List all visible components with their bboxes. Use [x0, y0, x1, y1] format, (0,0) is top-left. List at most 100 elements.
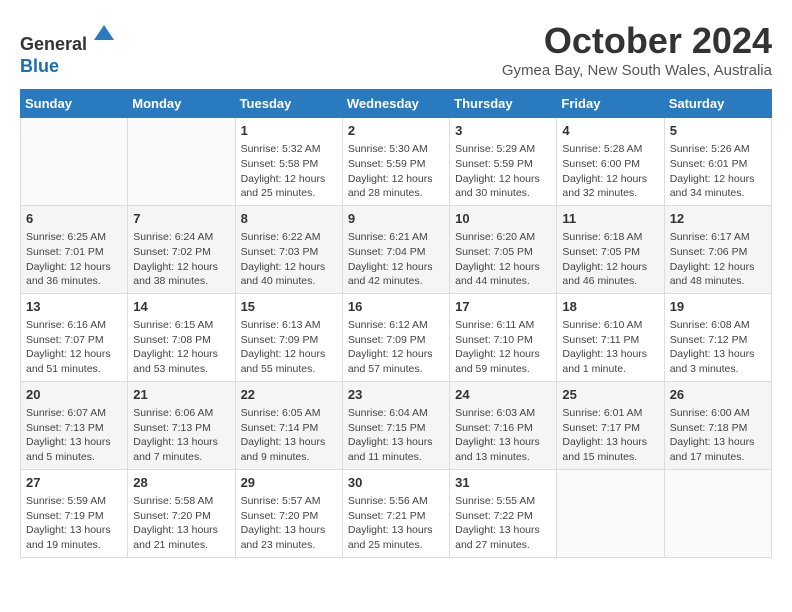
calendar-cell: 25 Sunrise: 6:01 AMSunset: 7:17 PMDayligh…: [557, 381, 664, 469]
cell-content: Sunrise: 6:21 AMSunset: 7:04 PMDaylight:…: [348, 230, 444, 289]
cell-content: Sunrise: 6:15 AMSunset: 7:08 PMDaylight:…: [133, 318, 229, 377]
calendar-cell: 1Sunrise: 5:32 AMSunset: 5:58 PMDaylight…: [235, 118, 342, 206]
day-number: 16: [348, 298, 444, 316]
calendar-cell: 19 Sunrise: 6:08 AMSunset: 7:12 PMDayligh…: [664, 293, 771, 381]
cell-content: Sunrise: 6:04 AMSunset: 7:15 PMDaylight:…: [348, 406, 444, 465]
cell-content: Sunrise: 5:55 AMSunset: 7:22 PMDaylight:…: [455, 494, 551, 553]
cell-content: Sunrise: 5:58 AMSunset: 7:20 PMDaylight:…: [133, 494, 229, 553]
location: Gymea Bay, New South Wales, Australia: [502, 62, 772, 79]
cell-content: Sunrise: 5:57 AMSunset: 7:20 PMDaylight:…: [241, 494, 337, 553]
header-day-sunday: Sunday: [21, 90, 128, 118]
day-number: 12: [670, 210, 766, 228]
calendar-cell: 12 Sunrise: 6:17 AMSunset: 7:06 PMDayligh…: [664, 205, 771, 293]
day-number: 15: [241, 298, 337, 316]
calendar-cell: [557, 469, 664, 557]
cell-content: Sunrise: 6:18 AMSunset: 7:05 PMDaylight:…: [562, 230, 658, 289]
cell-content: Sunrise: 6:13 AMSunset: 7:09 PMDaylight:…: [241, 318, 337, 377]
day-number: 14: [133, 298, 229, 316]
day-number: 30: [348, 474, 444, 492]
cell-content: Sunrise: 6:22 AMSunset: 7:03 PMDaylight:…: [241, 230, 337, 289]
calendar-cell: 22Sunrise: 6:05 AMSunset: 7:14 PMDayligh…: [235, 381, 342, 469]
calendar-cell: 9 Sunrise: 6:21 AMSunset: 7:04 PMDaylight…: [342, 205, 449, 293]
day-number: 21: [133, 386, 229, 404]
cell-content: Sunrise: 5:30 AMSunset: 5:59 PMDaylight:…: [348, 142, 444, 201]
day-number: 9: [348, 210, 444, 228]
calendar-cell: 11 Sunrise: 6:18 AMSunset: 7:05 PMDayligh…: [557, 205, 664, 293]
calendar-cell: 10 Sunrise: 6:20 AMSunset: 7:05 PMDayligh…: [450, 205, 557, 293]
calendar-table: SundayMondayTuesdayWednesdayThursdayFrid…: [20, 89, 772, 558]
day-number: 18: [562, 298, 658, 316]
header-day-saturday: Saturday: [664, 90, 771, 118]
day-number: 19: [670, 298, 766, 316]
cell-content: Sunrise: 6:10 AMSunset: 7:11 PMDaylight:…: [562, 318, 658, 377]
cell-content: Sunrise: 6:12 AMSunset: 7:09 PMDaylight:…: [348, 318, 444, 377]
day-number: 29: [241, 474, 337, 492]
cell-content: Sunrise: 6:08 AMSunset: 7:12 PMDaylight:…: [670, 318, 766, 377]
logo: General Blue: [20, 20, 119, 77]
calendar-cell: 5Sunrise: 5:26 AMSunset: 6:01 PMDaylight…: [664, 118, 771, 206]
month-title: October 2024: [502, 20, 772, 62]
day-number: 7: [133, 210, 229, 228]
calendar-cell: 20Sunrise: 6:07 AMSunset: 7:13 PMDayligh…: [21, 381, 128, 469]
day-number: 25: [562, 386, 658, 404]
calendar-cell: 31 Sunrise: 5:55 AMSunset: 7:22 PMDayligh…: [450, 469, 557, 557]
calendar-cell: 29 Sunrise: 5:57 AMSunset: 7:20 PMDayligh…: [235, 469, 342, 557]
calendar-header: SundayMondayTuesdayWednesdayThursdayFrid…: [21, 90, 772, 118]
header-day-tuesday: Tuesday: [235, 90, 342, 118]
day-number: 20: [26, 386, 122, 404]
calendar-cell: 4Sunrise: 5:28 AMSunset: 6:00 PMDaylight…: [557, 118, 664, 206]
calendar-cell: [128, 118, 235, 206]
calendar-week-4: 27Sunrise: 5:59 AMSunset: 7:19 PMDayligh…: [21, 469, 772, 557]
calendar-cell: 16 Sunrise: 6:12 AMSunset: 7:09 PMDayligh…: [342, 293, 449, 381]
cell-content: Sunrise: 6:06 AMSunset: 7:13 PMDaylight:…: [133, 406, 229, 465]
cell-content: Sunrise: 6:01 AMSunset: 7:17 PMDaylight:…: [562, 406, 658, 465]
calendar-cell: 27Sunrise: 5:59 AMSunset: 7:19 PMDayligh…: [21, 469, 128, 557]
calendar-cell: 3 Sunrise: 5:29 AMSunset: 5:59 PMDaylight…: [450, 118, 557, 206]
header-day-wednesday: Wednesday: [342, 90, 449, 118]
cell-content: Sunrise: 5:56 AMSunset: 7:21 PMDaylight:…: [348, 494, 444, 553]
calendar-week-1: 6Sunrise: 6:25 AMSunset: 7:01 PMDaylight…: [21, 205, 772, 293]
day-number: 13: [26, 298, 122, 316]
day-number: 3: [455, 122, 551, 140]
calendar-cell: 6Sunrise: 6:25 AMSunset: 7:01 PMDaylight…: [21, 205, 128, 293]
cell-content: Sunrise: 5:59 AMSunset: 7:19 PMDaylight:…: [26, 494, 122, 553]
calendar-cell: 30 Sunrise: 5:56 AMSunset: 7:21 PMDayligh…: [342, 469, 449, 557]
cell-content: Sunrise: 6:17 AMSunset: 7:06 PMDaylight:…: [670, 230, 766, 289]
cell-content: Sunrise: 6:00 AMSunset: 7:18 PMDaylight:…: [670, 406, 766, 465]
calendar-cell: 13 Sunrise: 6:16 AMSunset: 7:07 PMDayligh…: [21, 293, 128, 381]
calendar-cell: 8Sunrise: 6:22 AMSunset: 7:03 PMDaylight…: [235, 205, 342, 293]
day-number: 28: [133, 474, 229, 492]
day-number: 23: [348, 386, 444, 404]
day-number: 5: [670, 122, 766, 140]
calendar-cell: 26 Sunrise: 6:00 AMSunset: 7:18 PMDayligh…: [664, 381, 771, 469]
day-number: 24: [455, 386, 551, 404]
calendar-cell: 24 Sunrise: 6:03 AMSunset: 7:16 PMDayligh…: [450, 381, 557, 469]
cell-content: Sunrise: 6:24 AMSunset: 7:02 PMDaylight:…: [133, 230, 229, 289]
page-header: General Blue October 2024 Gymea Bay, New…: [20, 20, 772, 79]
day-number: 26: [670, 386, 766, 404]
calendar-cell: 2Sunrise: 5:30 AMSunset: 5:59 PMDaylight…: [342, 118, 449, 206]
logo-general: General: [20, 34, 87, 54]
calendar-cell: 18 Sunrise: 6:10 AMSunset: 7:11 PMDayligh…: [557, 293, 664, 381]
calendar-cell: [664, 469, 771, 557]
cell-content: Sunrise: 6:16 AMSunset: 7:07 PMDaylight:…: [26, 318, 122, 377]
calendar-week-2: 13 Sunrise: 6:16 AMSunset: 7:07 PMDayligh…: [21, 293, 772, 381]
header-row: SundayMondayTuesdayWednesdayThursdayFrid…: [21, 90, 772, 118]
title-section: October 2024 Gymea Bay, New South Wales,…: [502, 20, 772, 79]
day-number: 4: [562, 122, 658, 140]
day-number: 10: [455, 210, 551, 228]
calendar-cell: 7 Sunrise: 6:24 AMSunset: 7:02 PMDaylight…: [128, 205, 235, 293]
day-number: 11: [562, 210, 658, 228]
day-number: 31: [455, 474, 551, 492]
cell-content: Sunrise: 6:25 AMSunset: 7:01 PMDaylight:…: [26, 230, 122, 289]
calendar-body: 1Sunrise: 5:32 AMSunset: 5:58 PMDaylight…: [21, 118, 772, 558]
header-day-thursday: Thursday: [450, 90, 557, 118]
cell-content: Sunrise: 6:11 AMSunset: 7:10 PMDaylight:…: [455, 318, 551, 377]
cell-content: Sunrise: 6:03 AMSunset: 7:16 PMDaylight:…: [455, 406, 551, 465]
cell-content: Sunrise: 6:20 AMSunset: 7:05 PMDaylight:…: [455, 230, 551, 289]
cell-content: Sunrise: 5:29 AMSunset: 5:59 PMDaylight:…: [455, 142, 551, 201]
calendar-cell: 28 Sunrise: 5:58 AMSunset: 7:20 PMDayligh…: [128, 469, 235, 557]
day-number: 22: [241, 386, 337, 404]
calendar-cell: 15 Sunrise: 6:13 AMSunset: 7:09 PMDayligh…: [235, 293, 342, 381]
calendar-cell: 14 Sunrise: 6:15 AMSunset: 7:08 PMDayligh…: [128, 293, 235, 381]
